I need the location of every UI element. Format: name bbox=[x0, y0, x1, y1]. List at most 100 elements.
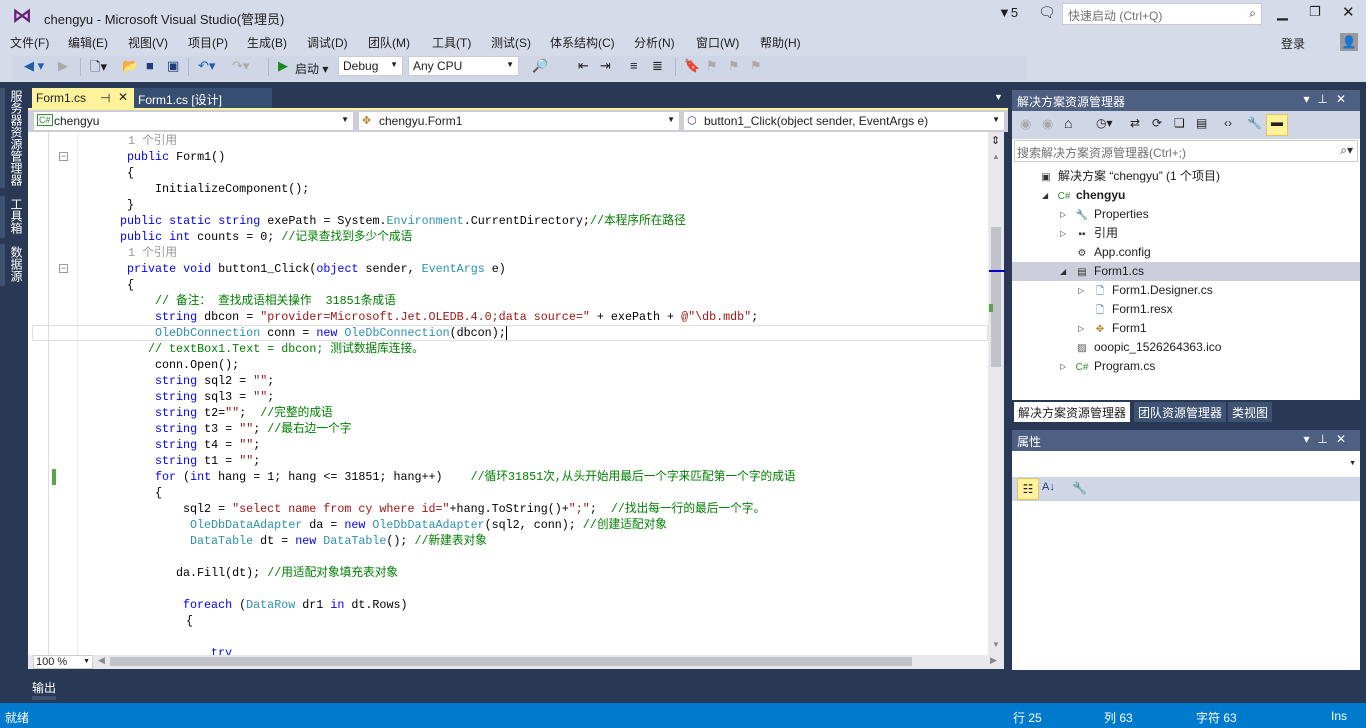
tree-item[interactable]: ▷ 🗋 Form1.Designer.cs bbox=[1012, 281, 1360, 300]
tab-form1-designer[interactable]: Form1.cs [设计] bbox=[134, 88, 272, 109]
new-project-icon[interactable]: 🗋▾ bbox=[90, 58, 107, 80]
alphabetical-icon[interactable]: A↓ bbox=[1042, 481, 1055, 493]
tree-item[interactable]: ▷ C# Program.cs bbox=[1012, 357, 1360, 376]
collapsed-arrow-icon[interactable]: ▷ bbox=[1078, 281, 1084, 300]
code-line[interactable]: string sql3 = ""; bbox=[28, 389, 988, 405]
horizontal-scrollbar[interactable]: 100 % ▼ ◀ ▶ bbox=[28, 655, 1004, 669]
tree-item[interactable]: ▨ ooopic_1526264363.ico bbox=[1012, 338, 1360, 357]
split-icon[interactable]: ⇕ bbox=[991, 134, 1000, 147]
tab-team-explorer[interactable]: 团队资源管理器 bbox=[1134, 402, 1227, 422]
codelens-references[interactable]: 1 个引用 bbox=[28, 133, 988, 149]
tab-overflow-icon[interactable]: ▼ bbox=[994, 92, 1003, 102]
tree-item[interactable]: ▷ 🔧 Properties bbox=[1012, 205, 1360, 224]
menu-item[interactable]: 分析(N) bbox=[634, 34, 675, 51]
tab-form1-cs[interactable]: Form1.cs ⊣ ✕ bbox=[32, 88, 134, 109]
pending-changes-icon[interactable]: ◷▾ bbox=[1096, 116, 1113, 130]
minimize-button[interactable]: ▁ bbox=[1277, 4, 1288, 21]
preview-selected-icon[interactable]: ▬ bbox=[1266, 114, 1288, 136]
codelens-references[interactable]: 1 个引用 bbox=[28, 245, 988, 261]
comment-icon[interactable]: ≡ bbox=[630, 58, 638, 73]
tree-item[interactable]: 🗋 Form1.resx bbox=[1012, 300, 1360, 319]
panel-controls[interactable]: ▾⊥✕ bbox=[1303, 92, 1354, 106]
code-line[interactable]: string t1 = ""; bbox=[28, 453, 988, 469]
code-line[interactable]: public static string exePath = System.En… bbox=[28, 213, 988, 229]
forward-icon[interactable]: ▶ bbox=[58, 58, 68, 74]
menu-item[interactable]: 调试(D) bbox=[307, 34, 348, 51]
sign-in-link[interactable]: 登录 bbox=[1281, 35, 1305, 52]
property-pages-icon[interactable]: 🔧 bbox=[1072, 481, 1087, 495]
collapsed-arrow-icon[interactable]: ▷ bbox=[1060, 205, 1066, 224]
menu-item[interactable]: 项目(P) bbox=[188, 34, 228, 51]
member-dropdown[interactable]: ⬡ button1_Click(object sender, EventArgs … bbox=[683, 111, 1005, 131]
hscroll-thumb[interactable] bbox=[110, 657, 912, 666]
code-line[interactable]: foreach (DataRow dr1 in dt.Rows) bbox=[28, 597, 988, 613]
code-line[interactable]: } bbox=[28, 197, 988, 213]
close-button[interactable]: ✕ bbox=[1342, 3, 1355, 21]
scroll-left-icon[interactable]: ◀ bbox=[98, 655, 105, 666]
code-line[interactable]: string t3 = ""; //最右边一个字 bbox=[28, 421, 988, 437]
configuration-select[interactable]: Debug ▼ bbox=[338, 56, 403, 76]
tree-item[interactable]: ◢ C# chengyu bbox=[1012, 186, 1360, 205]
scroll-up-icon[interactable]: ▲ bbox=[992, 152, 1000, 161]
feedback-icon[interactable]: 🗨 bbox=[1038, 4, 1056, 21]
tab-class-view[interactable]: 类视图 bbox=[1228, 402, 1273, 422]
code-line[interactable]: // 备注： 查找成语相关操作 31851条成语 bbox=[28, 293, 988, 309]
tree-item[interactable]: ◢ ▤ Form1.cs bbox=[1012, 262, 1360, 281]
code-line[interactable]: string dbcon = "provider=Microsoft.Jet.O… bbox=[28, 309, 988, 325]
show-all-files-icon[interactable]: ▤ bbox=[1196, 116, 1207, 130]
code-line[interactable]: { bbox=[28, 613, 988, 629]
notifications[interactable]: ▼5 bbox=[998, 5, 1018, 20]
menu-item[interactable]: 编辑(E) bbox=[68, 34, 108, 51]
view-code-icon[interactable]: ‹› bbox=[1224, 116, 1232, 130]
project-dropdown[interactable]: C# chengyu ▼ bbox=[33, 111, 354, 131]
sync-icon[interactable]: ⇄ bbox=[1130, 116, 1140, 130]
server-explorer-tab[interactable]: 服务器资源管理器 bbox=[8, 90, 25, 186]
start-button[interactable]: 启动 ▾ bbox=[295, 60, 328, 77]
restore-button[interactable]: ❐ bbox=[1309, 4, 1321, 20]
code-line[interactable]: private void button1_Click(object sender… bbox=[28, 261, 988, 277]
pin-icon[interactable]: ⊣ bbox=[100, 91, 110, 105]
panel-controls[interactable]: ▾⊥✕ bbox=[1303, 432, 1354, 446]
redo-icon[interactable]: ↷▾ bbox=[232, 58, 249, 74]
menu-item[interactable]: 体系结构(C) bbox=[550, 34, 615, 51]
menu-item[interactable]: 测试(S) bbox=[491, 34, 531, 51]
collapsed-arrow-icon[interactable]: ▷ bbox=[1060, 357, 1066, 376]
close-tab-icon[interactable]: ✕ bbox=[118, 90, 128, 104]
menu-item[interactable]: 团队(M) bbox=[368, 34, 410, 51]
output-tab[interactable]: 输出 bbox=[32, 679, 56, 696]
scroll-right-icon[interactable]: ▶ bbox=[990, 655, 997, 666]
code-line[interactable]: sql2 = "select name from cy where id="+h… bbox=[28, 501, 988, 517]
code-line[interactable]: { bbox=[28, 165, 988, 181]
toolbox-tab[interactable]: 工具箱 bbox=[8, 198, 25, 234]
find-in-files-icon[interactable]: 🔎 bbox=[532, 58, 548, 74]
tree-item[interactable]: ▣ 解决方案 “chengyu” (1 个项目) bbox=[1012, 167, 1360, 186]
code-line[interactable]: OleDbConnection conn = new OleDbConnecti… bbox=[32, 325, 988, 341]
code-line[interactable] bbox=[28, 629, 988, 645]
object-selector[interactable]: ▼ bbox=[1012, 452, 1360, 476]
save-icon[interactable]: ■ bbox=[146, 58, 154, 73]
code-line[interactable]: InitializeComponent(); bbox=[28, 181, 988, 197]
code-line[interactable]: for (int hang = 1; hang <= 31851; hang++… bbox=[28, 469, 988, 485]
code-line[interactable]: OleDbDataAdapter da = new OleDbDataAdapt… bbox=[28, 517, 988, 533]
bookmark-icon[interactable]: 🔖 bbox=[684, 58, 700, 74]
code-line[interactable]: public Form1() bbox=[28, 149, 988, 165]
zoom-dropdown[interactable]: 100 % ▼ bbox=[33, 655, 93, 669]
menu-item[interactable]: 视图(V) bbox=[128, 34, 168, 51]
code-line[interactable]: conn.Open(); bbox=[28, 357, 988, 373]
data-sources-tab[interactable]: 数据源 bbox=[8, 246, 25, 282]
platform-select[interactable]: Any CPU ▼ bbox=[408, 56, 519, 76]
menu-item[interactable]: 工具(T) bbox=[432, 34, 471, 51]
class-dropdown[interactable]: ✥ chengyu.Form1 ▼ bbox=[358, 111, 680, 131]
back-icon[interactable]: ◉ bbox=[1020, 116, 1031, 132]
code-line[interactable]: public int counts = 0; //记录查找到多少个成语 bbox=[28, 229, 988, 245]
scroll-down-icon[interactable]: ▼ bbox=[992, 640, 1000, 649]
clear-bookmarks-icon[interactable]: ⚑ bbox=[750, 58, 762, 74]
vertical-scrollbar[interactable]: ⇕ ▲ ▼ bbox=[988, 132, 1005, 655]
tab-solution-explorer[interactable]: 解决方案资源管理器 bbox=[1014, 402, 1131, 422]
tree-item[interactable]: ▷ ▪▪ 引用 bbox=[1012, 224, 1360, 243]
next-bookmark-icon[interactable]: ⚑ bbox=[728, 58, 740, 74]
tree-item[interactable]: ▷ ✥ Form1 bbox=[1012, 319, 1360, 338]
code-line[interactable] bbox=[28, 549, 988, 565]
indent-icon[interactable]: ⇥ bbox=[600, 58, 611, 74]
categorized-icon[interactable]: ☷ bbox=[1017, 478, 1039, 500]
